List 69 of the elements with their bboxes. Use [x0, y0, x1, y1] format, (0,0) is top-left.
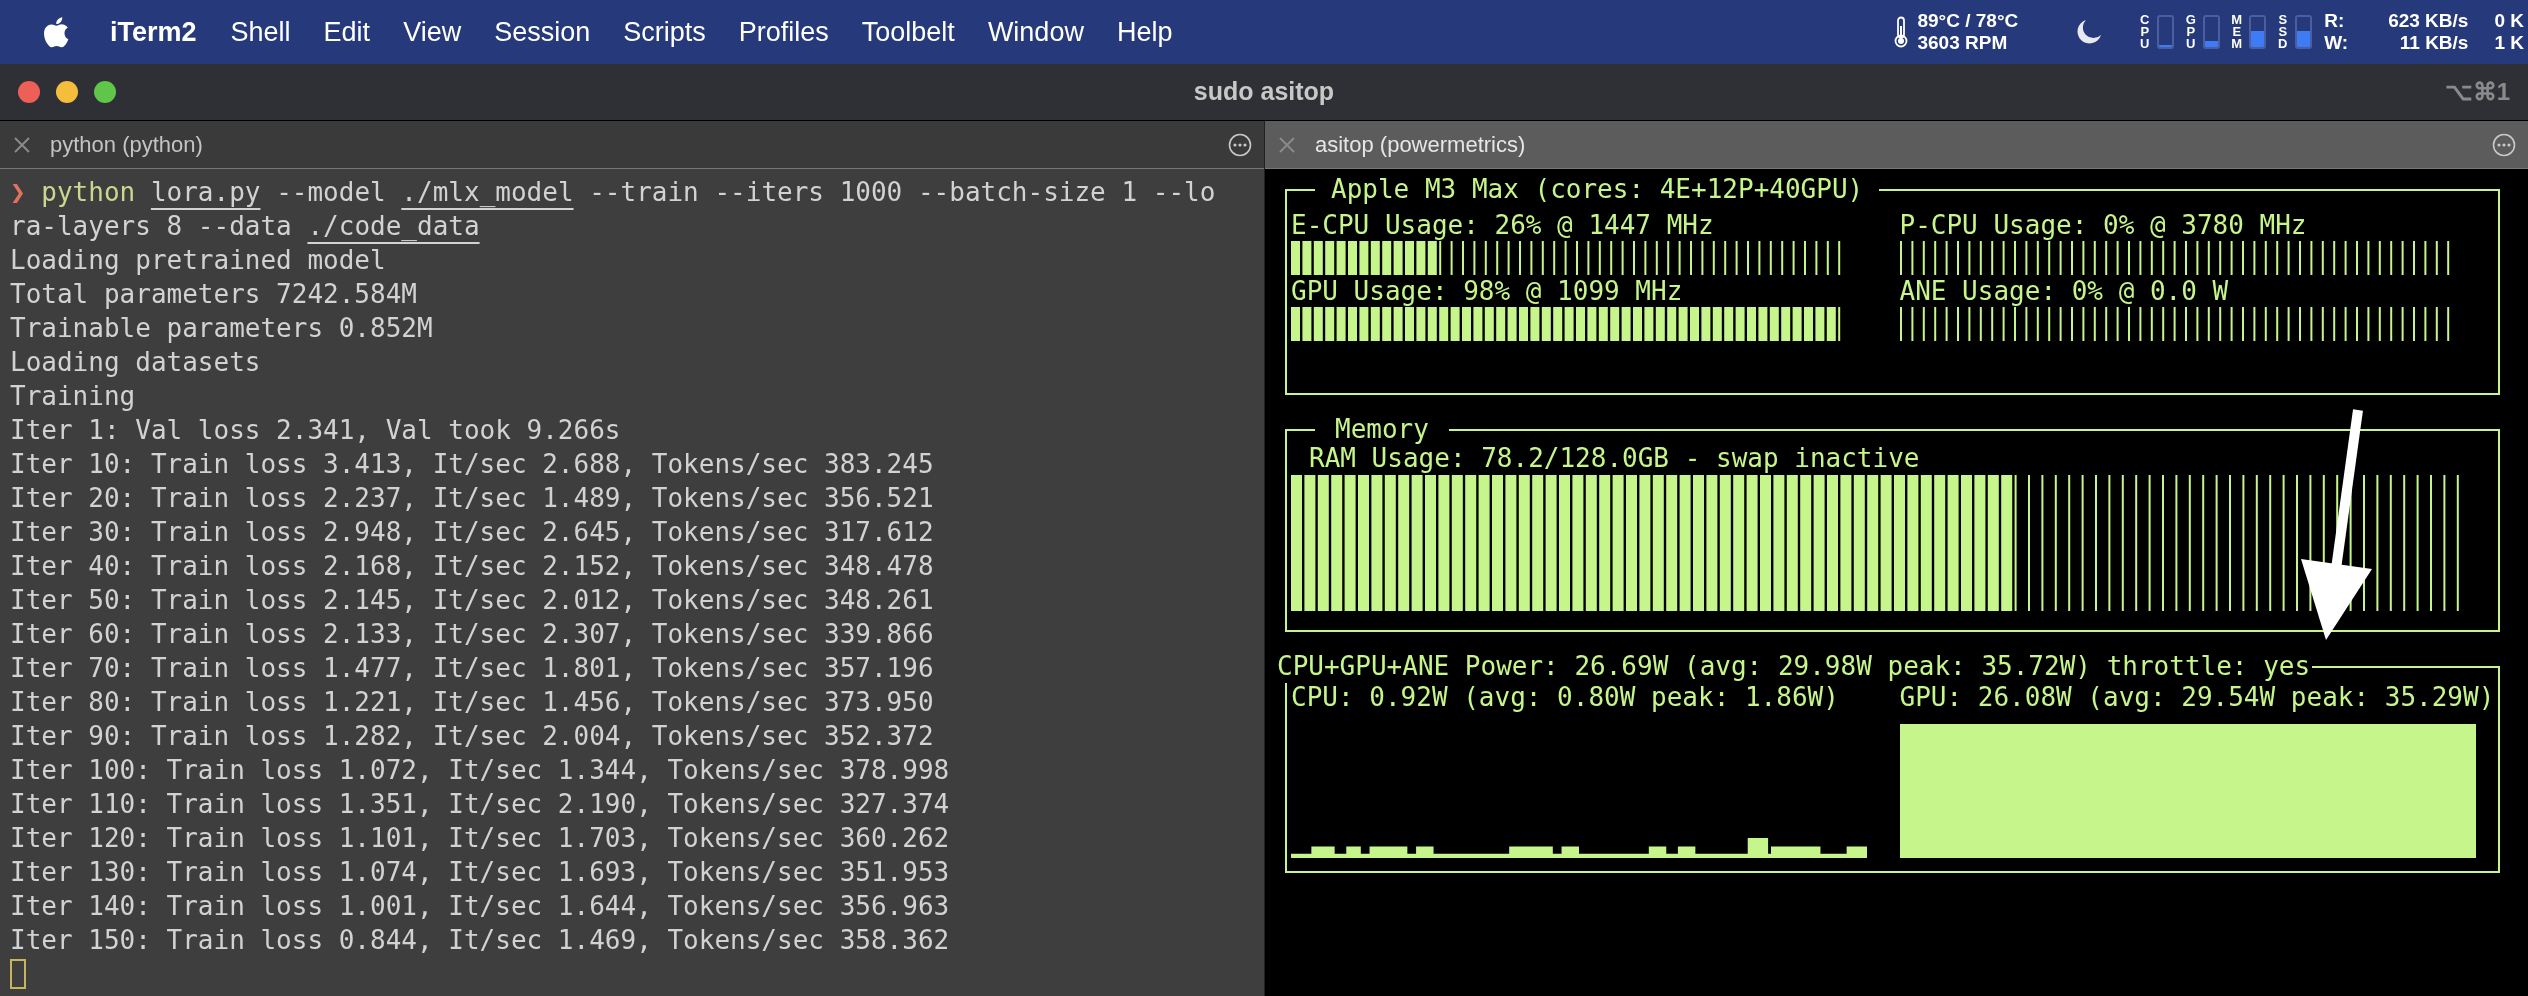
- close-icon[interactable]: [12, 134, 32, 155]
- minimize-button[interactable]: [56, 81, 78, 103]
- output-line: Iter 130: Train loss 1.074, It/sec 1.693, Tokens/sec 351.953: [10, 856, 951, 889]
- output-line: Iter 30: Train loss 2.948, It/sec 2.645, Tokens/sec 317.612: [10, 516, 935, 549]
- output-line: Iter 150: Train loss 0.844, It/sec 1.469, Tokens/sec 358.362: [10, 924, 951, 957]
- menu-item[interactable]: View: [403, 11, 462, 53]
- meter-label: GPU: [2184, 14, 2197, 50]
- more-options-icon[interactable]: [1228, 132, 1252, 157]
- meter-label: SSD: [2277, 14, 2289, 50]
- output-line: Iter 50: Train loss 2.145, It/sec 2.012, Tokens/sec 348.261: [10, 584, 935, 617]
- tab-label: python (python): [50, 131, 204, 159]
- close-button[interactable]: [18, 81, 40, 103]
- gauge-label: ANE Usage: 0% @ 0.0 W: [1899, 275, 2230, 307]
- meter-label: CPU: [2139, 14, 2151, 50]
- network-rate: 0 K: [2494, 10, 2524, 32]
- read-label: R:: [2324, 10, 2346, 32]
- read-rate: 623 KB/s: [2388, 10, 2469, 32]
- output-line: Iter 20: Train loss 2.237, It/sec 1.489, Tokens/sec 356.521: [10, 482, 935, 515]
- terminal-tab[interactable]: asitop (powermetrics): [1265, 121, 2528, 169]
- output-line: Iter 110: Train loss 1.351, It/sec 2.190, Tokens/sec 327.374: [10, 788, 951, 821]
- usage-meter: [2295, 15, 2313, 49]
- output-line: Iter 10: Train loss 3.413, It/sec 2.688, Tokens/sec 383.245: [10, 448, 935, 481]
- output-line: Iter 70: Train loss 1.477, It/sec 1.801, Tokens/sec 357.196: [10, 652, 935, 685]
- write-rate: 11 KB/s: [2398, 32, 2469, 54]
- terminal-tab[interactable]: python (python): [0, 121, 1264, 169]
- output-line: Trainable parameters 0.852M: [10, 312, 434, 345]
- power-label: GPU: 26.08W (avg: 29.54W peak: 35.29W): [1899, 682, 2494, 712]
- output-line: Total parameters 7242.584M: [10, 278, 418, 311]
- more-options-icon[interactable]: [2492, 132, 2516, 157]
- gauge-label: RAM Usage: 78.2/128.0GB - swap inactive: [1308, 443, 1921, 473]
- output-line: Iter 140: Train loss 1.001, It/sec 1.644, Tokens/sec 356.963: [10, 890, 951, 923]
- usage-meter: [2157, 15, 2175, 49]
- gauge-label: P-CPU Usage: 0% @ 3780 MHz: [1899, 209, 2308, 241]
- zoom-button[interactable]: [94, 81, 116, 103]
- menu-item[interactable]: Edit: [323, 11, 371, 53]
- thermometer-icon[interactable]: [1893, 15, 1910, 49]
- meter-label: MEM: [2230, 14, 2244, 50]
- cursor: [10, 959, 26, 989]
- output-line: Iter 100: Train loss 1.072, It/sec 1.344, Tokens/sec 378.998: [10, 754, 951, 787]
- menu-item[interactable]: Window: [987, 11, 1084, 53]
- gauge-label: E-CPU Usage: 26% @ 1447 MHz: [1291, 209, 1715, 241]
- temperature-reading: 89°C / 78°C: [1917, 10, 2019, 32]
- output-line: Iter 1: Val loss 2.341, Val took 9.266s: [10, 414, 622, 447]
- command-line: ❯ python lora.py --model ./mlx_model --train --iters 1000 --batch-size 1 --lora-layers 8 --data ./code_data: [10, 176, 1217, 243]
- menu-item[interactable]: Help: [1116, 11, 1173, 53]
- tab-label: asitop (powermetrics): [1315, 131, 1527, 159]
- app-menu[interactable]: iTerm2: [110, 11, 197, 53]
- output-line: Iter 80: Train loss 1.221, It/sec 1.456, Tokens/sec 373.950: [10, 686, 935, 719]
- output-line: Training: [10, 380, 137, 413]
- usage-meter: [2249, 15, 2267, 49]
- output-line: Iter 40: Train loss 2.168, It/sec 2.152, Tokens/sec 348.478: [10, 550, 935, 583]
- output-line: Iter 60: Train loss 2.133, It/sec 2.307, Tokens/sec 339.866: [10, 618, 935, 651]
- fan-speed-reading: 3603 RPM: [1917, 32, 2009, 54]
- output-line: Iter 90: Train loss 1.282, It/sec 2.004, Tokens/sec 352.372: [10, 720, 935, 753]
- power-label: CPU: 0.92W (avg: 0.80W peak: 1.86W): [1291, 682, 1840, 712]
- write-label: W:: [2324, 32, 2349, 54]
- gauge-label: GPU Usage: 98% @ 1099 MHz: [1291, 275, 1684, 307]
- menu-item[interactable]: Scripts: [623, 11, 706, 53]
- menu-item[interactable]: Shell: [230, 11, 291, 53]
- output-line: Loading pretrained model: [10, 244, 387, 277]
- window-title: sudo asitop: [1193, 76, 1335, 108]
- menu-item[interactable]: Session: [494, 11, 591, 53]
- output-line: Iter 120: Train loss 1.101, It/sec 1.703, Tokens/sec 360.262: [10, 822, 951, 855]
- output-line: Loading datasets: [10, 346, 262, 379]
- usage-meter: [2203, 15, 2221, 49]
- menu-item[interactable]: Toolbelt: [861, 11, 955, 53]
- network-rate: 1 K: [2494, 32, 2524, 54]
- keyboard-shortcut: ⌥⌘1: [2444, 77, 2510, 107]
- menu-item[interactable]: Profiles: [738, 11, 829, 53]
